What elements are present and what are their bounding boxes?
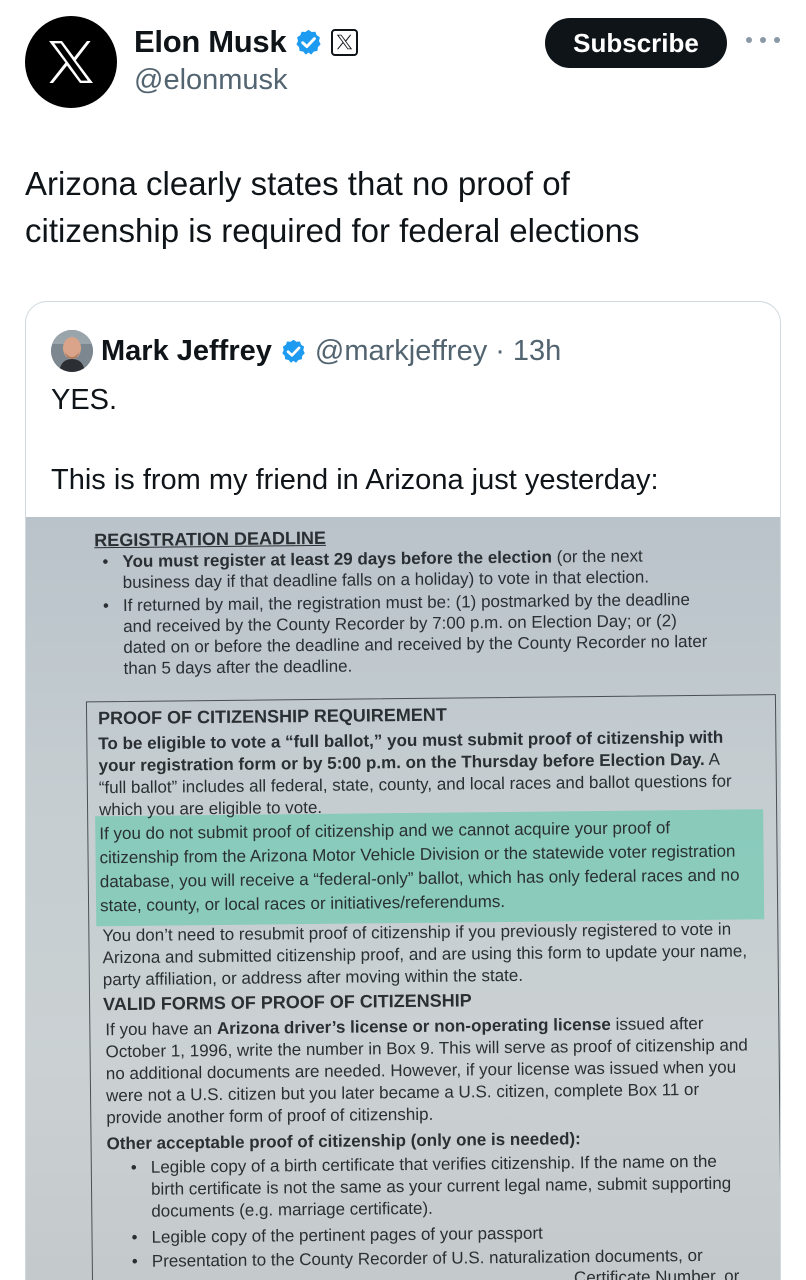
quoted-author-handle[interactable]: @markjeffrey xyxy=(315,335,487,368)
citizenship-heading: PROOF OF CITIZENSHIP REQUIREMENT xyxy=(98,704,447,729)
x-affiliate-badge-icon xyxy=(331,28,359,56)
more-dot xyxy=(746,37,752,43)
doc-line: provide another form of proof of citizen… xyxy=(106,1104,434,1128)
more-dot xyxy=(760,37,766,43)
separator-dot: · xyxy=(495,334,505,367)
author-name[interactable]: Elon Musk xyxy=(134,24,287,60)
author-name-row[interactable]: Elon Musk xyxy=(134,24,359,60)
bullet: • xyxy=(102,596,109,616)
more-dot xyxy=(774,37,780,43)
bullet: • xyxy=(131,1227,138,1247)
bullet: • xyxy=(131,1251,138,1271)
quoted-author-name[interactable]: Mark Jeffrey xyxy=(101,335,272,368)
doc-line: than 5 days after the deadline. xyxy=(123,656,353,678)
tweet-text-line: Arizona clearly states that no proof of xyxy=(25,165,570,202)
document-content: REGISTRATION DEADLINE • You must registe… xyxy=(26,517,780,1280)
verified-badge-icon xyxy=(282,339,305,363)
valid-forms-heading: VALID FORMS OF PROOF OF CITIZENSHIP xyxy=(103,990,472,1015)
person-photo-icon xyxy=(51,330,93,372)
subscribe-button[interactable]: Subscribe xyxy=(545,18,727,68)
quoted-tweet-time[interactable]: 13h xyxy=(513,335,561,368)
verified-badge-icon xyxy=(296,29,321,55)
quoted-author-avatar[interactable] xyxy=(51,330,93,372)
tweet-text-line: citizenship is required for federal elec… xyxy=(25,212,640,249)
doc-line: which you are eligible to vote. xyxy=(98,797,323,820)
bullet: • xyxy=(130,1157,137,1177)
doc-line: documents (e.g. marriage certificate). xyxy=(151,1198,433,1221)
tweet-text: Arizona clearly states that no proof of … xyxy=(25,160,765,254)
doc-line: Legible copy of the pertinent pages of y… xyxy=(151,1223,543,1247)
avatar[interactable] xyxy=(25,16,117,108)
quoted-tweet-card[interactable]: Mark Jeffrey @markjeffrey · 13h YES. Thi… xyxy=(25,301,781,1280)
quoted-tweet-text-line: YES. xyxy=(51,384,118,416)
bullet: • xyxy=(102,552,109,572)
quoted-tweet-header: Mark Jeffrey @markjeffrey · 13h xyxy=(51,330,561,372)
quoted-tweet-text-line: This is from my friend in Arizona just y… xyxy=(51,464,659,496)
highlighted-line: state, county, or local races or initiat… xyxy=(99,892,506,916)
doc-line: Certificate Number, or xyxy=(573,1266,740,1280)
doc-line: business day if that deadline falls on a… xyxy=(122,567,650,592)
document-photo[interactable]: REGISTRATION DEADLINE • You must registe… xyxy=(26,517,780,1280)
author-handle[interactable]: @elonmusk xyxy=(134,64,288,97)
more-icon[interactable] xyxy=(746,28,780,52)
x-logo-icon xyxy=(49,41,93,83)
registration-heading: REGISTRATION DEADLINE xyxy=(94,527,327,551)
